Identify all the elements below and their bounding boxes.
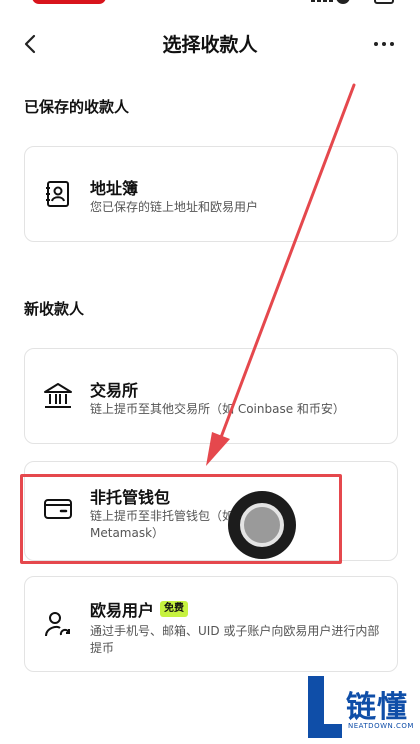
watermark-text: 链懂 (346, 690, 408, 725)
address-book-icon (43, 179, 73, 209)
okx-user-title: 欧易用户 免费 (90, 597, 189, 621)
more-dot (374, 42, 378, 46)
non-custodial-wallet-card[interactable]: 非托管钱包 链上提币至非托管钱包（如 Wallet 和 Metamask） (24, 461, 398, 561)
status-bar (0, 0, 420, 16)
nav-bar: 选择收款人 (0, 24, 420, 64)
address-book-desc: 您已保存的链上地址和欧易用户 (90, 200, 259, 214)
address-book-title-text: 地址簿 (90, 179, 139, 198)
more-dot (382, 42, 386, 46)
wallet-title-text: 非托管钱包 (90, 488, 171, 507)
new-section-title: 新收款人 (24, 300, 85, 318)
exchange-card[interactable]: 交易所 链上提币至其他交易所（如 Coinbase 和币安） (24, 348, 398, 444)
exchange-title-text: 交易所 (90, 381, 139, 400)
address-book-card[interactable]: 地址簿 您已保存的链上地址和欧易用户 (24, 146, 398, 242)
battery-icon (374, 0, 394, 4)
wallet-title: 非托管钱包 (90, 484, 170, 508)
okx-user-card[interactable]: 欧易用户 免费 通过手机号、邮箱、UID 或子账户向欧易用户进行内部提币 (24, 576, 398, 672)
more-dot (390, 42, 394, 46)
free-badge: 免费 (160, 601, 189, 617)
exchange-title: 交易所 (90, 377, 138, 401)
wallet-desc: 链上提币至非托管钱包（如 Wallet 和 Metamask） (90, 509, 291, 540)
saved-section-title: 已保存的收款人 (24, 98, 130, 116)
user-icon (43, 609, 73, 639)
recording-indicator (32, 0, 106, 4)
watermark-logo (308, 676, 342, 738)
exchange-desc: 链上提币至其他交易所（如 Coinbase 和币安） (90, 402, 345, 416)
signal-icon (311, 0, 333, 2)
more-options-button[interactable] (368, 30, 400, 58)
okx-user-desc: 通过手机号、邮箱、UID 或子账户向欧易用户进行内部提币 (90, 624, 380, 655)
watermark-subtext: NEATDOWN.COM (348, 722, 414, 730)
page-title: 选择收款人 (162, 34, 258, 56)
okx-user-title-text: 欧易用户 (90, 601, 155, 620)
watermark: 链懂 NEATDOWN.COM (306, 674, 420, 744)
address-book-title: 地址簿 (90, 175, 138, 199)
bank-icon (43, 381, 73, 411)
wifi-icon (336, 0, 350, 4)
wallet-icon (43, 494, 73, 524)
